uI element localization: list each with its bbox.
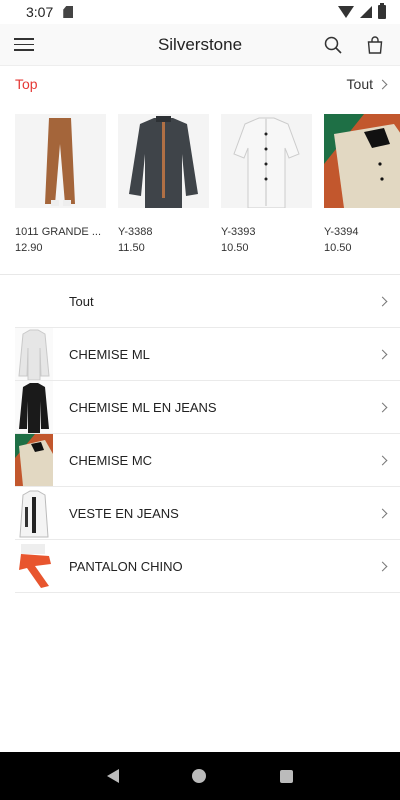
category-row-chemise-ml[interactable]: CHEMISE ML: [15, 328, 400, 381]
category-row-pantalon-chino[interactable]: PANTALON CHINO: [15, 540, 400, 593]
chevron-right-icon: [377, 402, 388, 412]
wifi-icon: [338, 6, 354, 18]
category-thumbnail: [15, 328, 53, 380]
status-bar: 3:07: [0, 0, 400, 24]
status-left: 3:07: [26, 4, 74, 20]
product-image: [324, 114, 400, 208]
hamburger-icon[interactable]: [14, 38, 34, 51]
top-see-all-label: Tout: [346, 76, 373, 92]
chevron-right-icon: [377, 349, 388, 359]
product-card[interactable]: Y-3388 11.50: [118, 114, 209, 274]
product-card[interactable]: 1011 GRANDE ... 12.90: [15, 114, 106, 274]
signal-icon: [360, 6, 372, 18]
product-price: 11.50: [118, 242, 145, 254]
top-products-list: 1011 GRANDE ... 12.90 Y-3388 11.50 Y-339…: [0, 114, 400, 274]
top-section-header: Top Tout: [0, 66, 400, 102]
home-icon[interactable]: [192, 769, 207, 783]
search-icon[interactable]: [322, 34, 344, 56]
system-nav-bar: [0, 752, 400, 800]
chevron-right-icon: [377, 79, 388, 89]
app-bar: Silverstone: [0, 24, 400, 66]
category-row-all[interactable]: Tout: [15, 275, 400, 328]
sd-card-icon: [63, 6, 74, 18]
battery-icon: [378, 3, 386, 19]
category-label: VESTE EN JEANS: [69, 505, 179, 521]
category-label: CHEMISE ML EN JEANS: [69, 399, 217, 415]
chevron-right-icon: [377, 508, 388, 518]
product-name: Y-3393: [221, 226, 256, 238]
product-name: Y-3388: [118, 226, 153, 238]
top-see-all-link[interactable]: Tout: [346, 76, 388, 92]
category-label: Tout: [69, 293, 94, 309]
category-row-chemise-ml-en-jeans[interactable]: CHEMISE ML EN JEANS: [15, 381, 400, 434]
status-time: 3:07: [26, 4, 54, 20]
product-image: [221, 114, 312, 208]
category-label: CHEMISE MC: [69, 452, 153, 468]
recent-apps-icon[interactable]: [280, 769, 294, 783]
status-right: [338, 3, 386, 19]
category-label: CHEMISE ML: [69, 346, 150, 362]
category-thumbnail: [15, 487, 53, 539]
product-name: Y-3394: [324, 226, 359, 238]
category-row-veste-en-jeans[interactable]: VESTE EN JEANS: [15, 487, 400, 540]
category-thumbnail: [15, 540, 53, 592]
product-price: 10.50: [221, 242, 249, 254]
shopping-bag-icon[interactable]: [364, 34, 386, 56]
category-thumbnail: [15, 434, 53, 486]
chevron-right-icon: [377, 296, 388, 306]
product-price: 12.90: [15, 242, 43, 254]
product-image: [15, 114, 106, 208]
product-image: [118, 114, 209, 208]
chevron-right-icon: [377, 455, 388, 465]
category-list: Tout CHEMISE ML CHEMISE ML EN JEANS CHEM…: [0, 275, 400, 593]
product-card[interactable]: Y-3393 10.50: [221, 114, 312, 274]
back-icon[interactable]: [106, 769, 119, 783]
category-thumbnail: [15, 381, 53, 433]
chevron-right-icon: [377, 561, 388, 571]
category-row-chemise-mc[interactable]: CHEMISE MC: [15, 434, 400, 487]
top-label: Top: [15, 76, 38, 92]
product-name: 1011 GRANDE ...: [15, 226, 101, 238]
product-price: 10.50: [324, 242, 352, 254]
app-actions: [322, 34, 386, 56]
product-card[interactable]: Y-3394 10.50: [324, 114, 400, 274]
category-label: PANTALON CHINO: [69, 558, 183, 574]
